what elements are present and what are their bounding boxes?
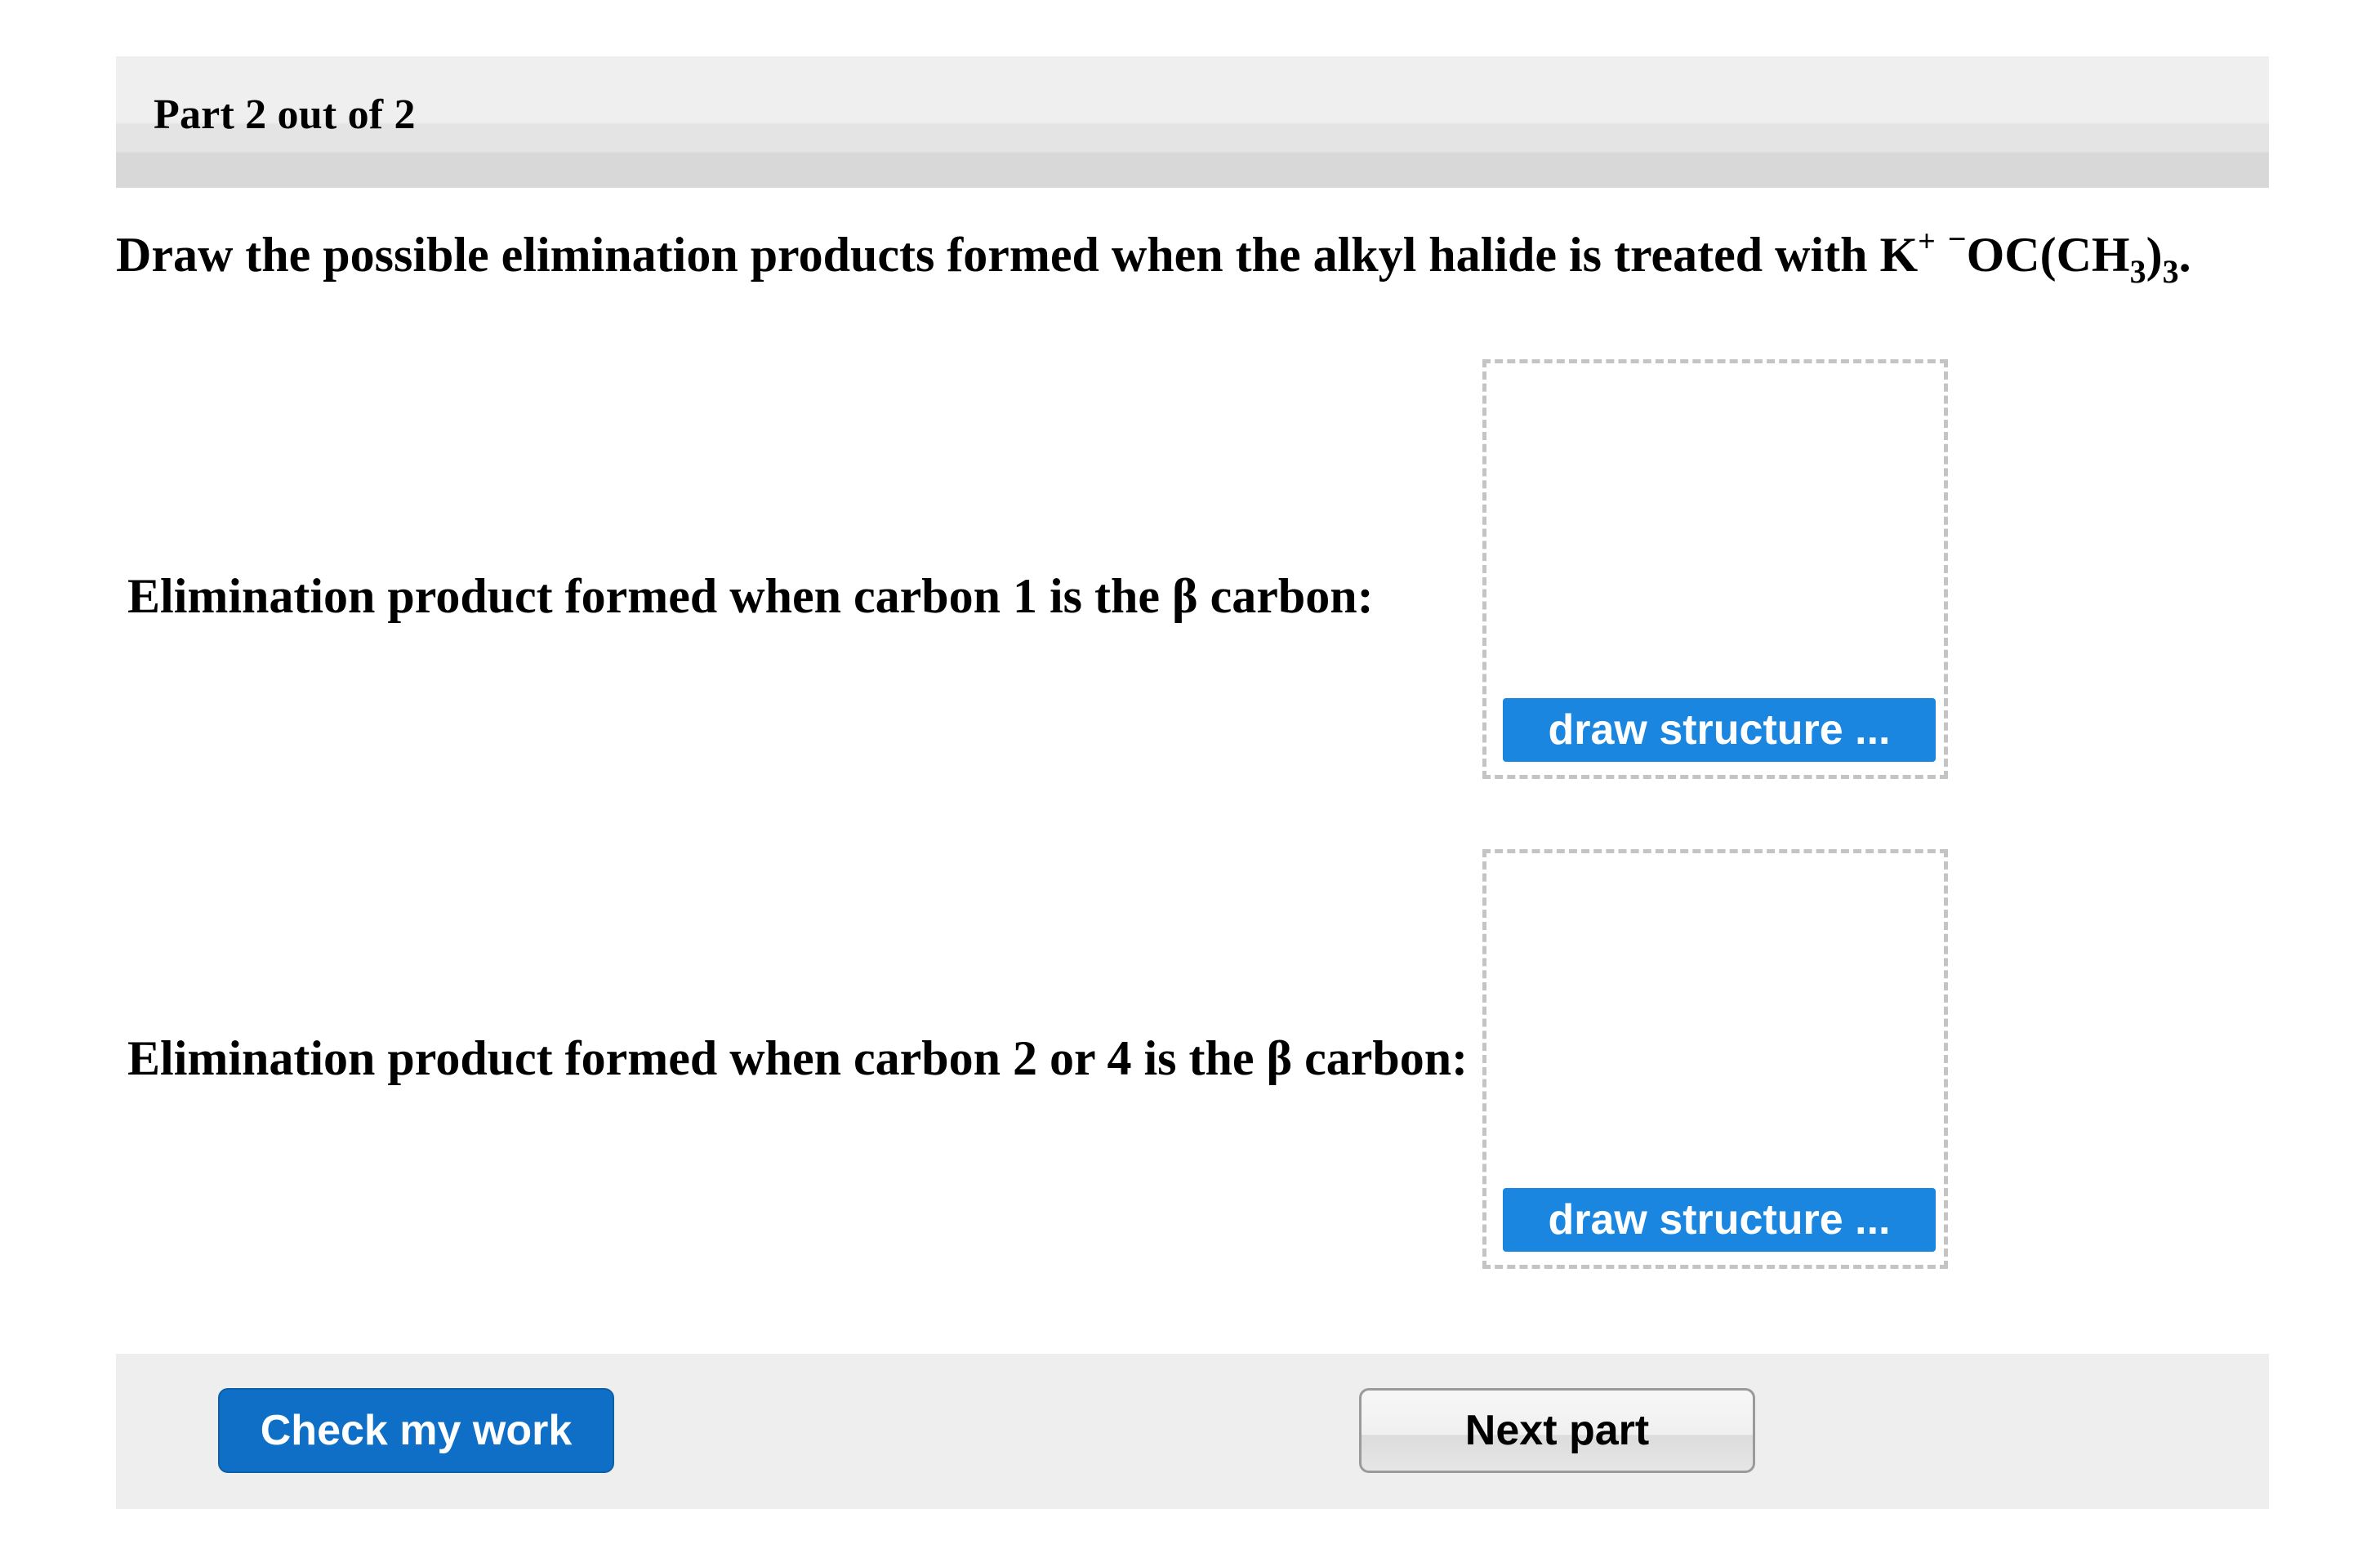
draw-structure-button-1[interactable]: draw structure ... bbox=[1503, 698, 1936, 762]
anion-formula-b: ) bbox=[2146, 228, 2163, 282]
anion-formula-a: OC(CH bbox=[1966, 228, 2130, 282]
next-part-button[interactable]: Next part bbox=[1359, 1388, 1755, 1473]
question-text: Draw the possible elimination products f… bbox=[116, 223, 2191, 288]
potassium-charge: + bbox=[1918, 225, 1936, 259]
formula-subscript-inner: 3 bbox=[2129, 253, 2146, 290]
part-title: Part 2 out of 2 bbox=[154, 91, 416, 138]
question-period: . bbox=[2178, 228, 2191, 282]
part-header: Part 2 out of 2 bbox=[116, 56, 2269, 188]
draw-structure-button-2[interactable]: draw structure ... bbox=[1503, 1188, 1936, 1252]
check-my-work-button[interactable]: Check my work bbox=[218, 1388, 614, 1473]
footer-bar: Check my work Next part bbox=[116, 1354, 2269, 1509]
question-lead: Draw the possible elimination products f… bbox=[116, 228, 1919, 282]
structure-drop-area-1[interactable]: draw structure ... bbox=[1482, 359, 1948, 779]
formula-subscript-outer: 3 bbox=[2162, 253, 2179, 290]
structure-drop-area-2[interactable]: draw structure ... bbox=[1482, 849, 1948, 1269]
anion-charge: − bbox=[1947, 220, 1967, 257]
product-label-carbon-2-or-4: Elimination product formed when carbon 2… bbox=[127, 1031, 1469, 1085]
product-label-carbon-1: Elimination product formed when carbon 1… bbox=[127, 569, 1374, 623]
